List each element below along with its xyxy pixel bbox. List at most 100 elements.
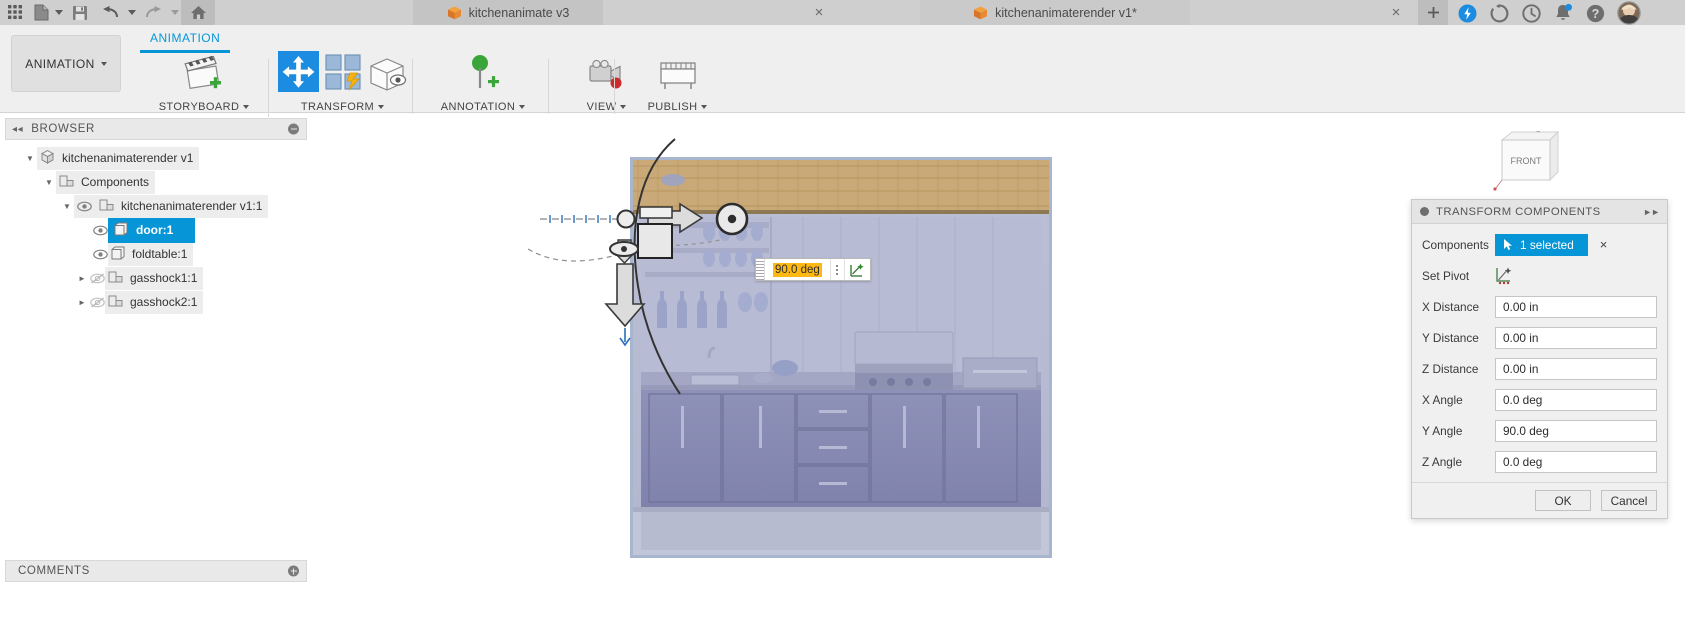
field-z-angle: Z Angle 0.0 deg — [1422, 449, 1657, 474]
save-icon[interactable] — [65, 0, 95, 25]
y-angle-input[interactable]: 90.0 deg — [1495, 419, 1657, 442]
ribbon-group-annotation-label[interactable]: ANNOTATION — [418, 101, 548, 113]
x-distance-input[interactable]: 0.00 in — [1495, 295, 1657, 318]
file-icon[interactable] — [30, 0, 52, 25]
refresh-icon[interactable] — [1488, 2, 1510, 24]
tree-node-components[interactable]: ▼ Components — [5, 170, 307, 194]
expander-icon[interactable]: ▼ — [60, 202, 74, 211]
redo-dropdown-caret-icon[interactable] — [168, 0, 181, 25]
tree-node-label: gasshock2:1 — [130, 295, 198, 309]
field-label: Y Angle — [1422, 423, 1463, 438]
ribbon-group-publish-label[interactable]: PUBLISH — [620, 101, 735, 113]
components-folder-icon — [98, 197, 115, 216]
view-cube[interactable]: Z FRONT — [1490, 128, 1560, 191]
field-y-angle: Y Angle 90.0 deg — [1422, 418, 1657, 443]
manipulator-value-input[interactable]: 90.0 deg — [755, 258, 871, 281]
ribbon-group-transform-label[interactable]: TRANSFORM — [275, 101, 410, 113]
visibility-eye-icon[interactable] — [92, 225, 108, 236]
visibility-eye-hidden-icon[interactable] — [89, 273, 105, 284]
ribbon-divider — [548, 59, 549, 117]
avatar[interactable] — [1617, 1, 1641, 25]
tree-node-label: Components — [81, 175, 150, 189]
field-z-distance: Z Distance 0.00 in — [1422, 356, 1657, 381]
cancel-button[interactable]: Cancel — [1601, 490, 1657, 511]
extension-icon[interactable] — [1456, 2, 1478, 24]
expander-icon[interactable]: ▼ — [42, 178, 56, 187]
more-options-icon[interactable] — [829, 259, 844, 280]
clear-selection-icon[interactable]: × — [1600, 237, 1608, 252]
expander-icon[interactable]: ▼ — [23, 154, 37, 163]
field-label: Set Pivot — [1422, 268, 1470, 283]
x-angle-input[interactable]: 0.0 deg — [1495, 388, 1657, 411]
tree-node-document[interactable]: ▼ kitchenanimaterender v1 — [5, 146, 307, 170]
recent-icon[interactable] — [1520, 2, 1542, 24]
document-tab-0[interactable]: kitchenanimate v3 — [413, 0, 603, 25]
browser-collapse-button[interactable] — [288, 123, 299, 135]
set-pivot-icon[interactable] — [1495, 266, 1517, 286]
expander-icon[interactable]: ► — [75, 298, 89, 307]
tree-node-label: kitchenanimaterender v1 — [62, 151, 194, 165]
apply-value-icon[interactable] — [843, 259, 870, 280]
visibility-eye-hidden-icon[interactable] — [89, 297, 105, 308]
help-icon[interactable]: ? — [1584, 2, 1606, 24]
expander-icon[interactable]: ► — [75, 274, 89, 283]
ribbon-group-publish: PUBLISH — [620, 55, 735, 113]
show-hide-icon[interactable] — [368, 56, 407, 97]
chevron-down-icon — [243, 105, 250, 109]
dialog-header[interactable]: TRANSFORM COMPONENTS ►► — [1412, 200, 1667, 224]
comments-panel-header[interactable]: COMMENTS — [5, 560, 307, 582]
body-icon — [113, 221, 129, 240]
new-tab-button[interactable] — [1418, 0, 1448, 25]
components-folder-icon — [58, 173, 75, 192]
document-icon — [39, 149, 56, 168]
file-dropdown-caret-icon[interactable] — [52, 0, 65, 25]
home-icon[interactable] — [181, 0, 215, 25]
components-select-button[interactable]: 1 selected — [1495, 233, 1588, 256]
tree-node-label: gasshock1:1 — [130, 271, 198, 285]
visibility-eye-icon[interactable] — [76, 201, 92, 212]
tree-node-gasshock1[interactable]: ► gasshock1:1 — [5, 266, 307, 290]
tree-node-label: door:1 — [136, 223, 174, 237]
manipulator-value-text[interactable]: 90.0 deg — [765, 259, 830, 280]
browser-panel-header: ◂◂ BROWSER — [5, 118, 307, 140]
drag-grip-icon[interactable] — [756, 259, 765, 280]
transform-components-icon[interactable] — [278, 51, 319, 97]
undo-icon[interactable] — [95, 0, 125, 25]
ribbon-group-storyboard-label[interactable]: STORYBOARD — [144, 101, 264, 113]
title-bar: kitchenanimate v3 × kitchenanimaterender… — [0, 0, 1685, 25]
tree-node-foldtable[interactable]: foldtable:1 — [5, 242, 307, 266]
storyboard-icon[interactable] — [184, 55, 224, 97]
notifications-icon[interactable] — [1552, 2, 1574, 24]
visibility-eye-icon[interactable] — [92, 249, 108, 260]
ok-button[interactable]: OK — [1535, 490, 1591, 511]
comments-expand-button[interactable] — [288, 565, 299, 577]
field-label: X Distance — [1422, 299, 1480, 314]
collapse-panel-icon[interactable]: ◂◂ — [12, 124, 23, 135]
workspace-selector[interactable]: ANIMATION — [11, 35, 121, 92]
dialog-body: Components 1 selected × Set Pivot X Dist… — [1412, 224, 1667, 482]
z-angle-input[interactable]: 0.0 deg — [1495, 450, 1657, 473]
ribbon-divider — [268, 59, 269, 117]
transform-manipulator[interactable] — [520, 114, 940, 414]
document-tab-0-close-icon[interactable]: × — [808, 0, 830, 25]
tab-animation[interactable]: ANIMATION — [140, 28, 231, 53]
tree-node-door[interactable]: door:1 — [5, 217, 307, 243]
publish-video-icon[interactable] — [657, 58, 699, 97]
dialog-collapse-icon[interactable] — [1420, 207, 1429, 216]
y-distance-input[interactable]: 0.00 in — [1495, 326, 1657, 349]
apps-grid-icon[interactable] — [0, 0, 30, 25]
z-distance-input[interactable]: 0.00 in — [1495, 357, 1657, 380]
document-tab-1[interactable]: kitchenanimaterender v1* — [920, 0, 1190, 25]
ribbon-divider — [412, 59, 413, 117]
document-tab-1-close-icon[interactable]: × — [1385, 0, 1407, 25]
align-icon[interactable] — [324, 53, 363, 97]
ribbon-tab-bar: ANIMATION — [140, 28, 231, 53]
callout-icon[interactable] — [465, 54, 501, 97]
view-cube-face-label: FRONT — [1511, 156, 1542, 166]
redo-icon[interactable] — [138, 0, 168, 25]
undo-dropdown-caret-icon[interactable] — [125, 0, 138, 25]
tree-node-occurrence[interactable]: ▼ kitchenanimaterender v1:1 — [5, 194, 307, 218]
tree-node-gasshock2[interactable]: ► gasshock2:1 — [5, 290, 307, 314]
dialog-expand-icon[interactable]: ►► — [1643, 207, 1660, 217]
chevron-down-icon — [519, 105, 526, 109]
